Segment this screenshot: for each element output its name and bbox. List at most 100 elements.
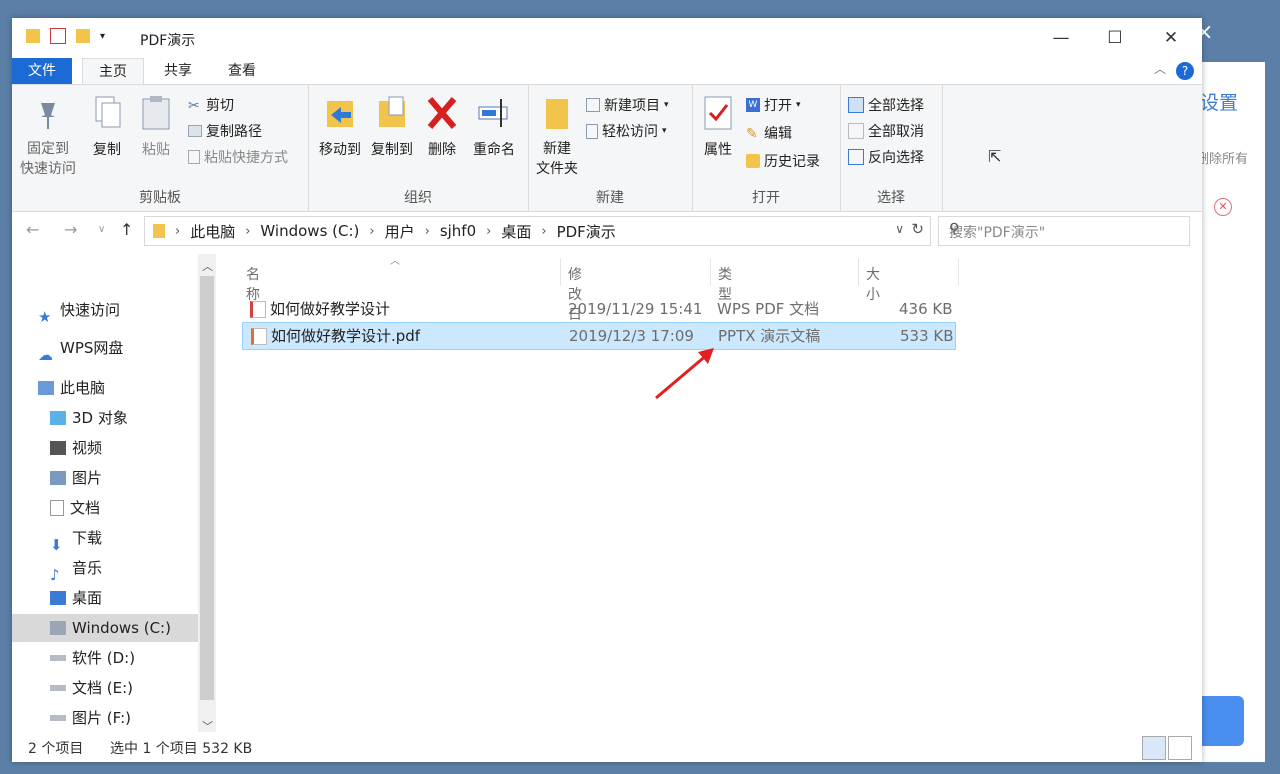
select-none-icon: [848, 123, 864, 139]
rename-button[interactable]: 重命名: [466, 91, 522, 159]
pin-quick-access-button[interactable]: 固定到 快速访问: [18, 91, 78, 179]
help-icon[interactable]: ?: [1176, 62, 1194, 80]
invert-selection-button[interactable]: 反向选择: [848, 147, 924, 167]
nav-item-quick-access[interactable]: ★ 快速访问: [38, 296, 224, 326]
music-icon: ♪: [50, 566, 60, 584]
copy-path-button[interactable]: 复制路径: [188, 121, 262, 141]
open-button[interactable]: W 打开 ▾: [746, 95, 801, 115]
new-folder-label: 新建 文件夹: [536, 141, 578, 177]
address-bar-row: ← → ∨ ↑ › 此电脑 › Windows (C:) › 用户 › sjhf…: [12, 216, 1202, 248]
group-label-clipboard: 剪贴板: [139, 190, 181, 206]
column-divider: [560, 258, 561, 286]
breadcrumb-sep: ›: [424, 223, 430, 239]
breadcrumb-drive-c[interactable]: Windows (C:): [260, 222, 359, 240]
background-settings-link[interactable]: 设置: [1200, 88, 1238, 115]
search-input[interactable]: 搜索"PDF演示" ⚲: [938, 216, 1190, 246]
item-count: 2 个项目: [28, 741, 84, 757]
group-new: 新建 文件夹 新建项目 ▾ 轻松访问 ▾ 新建: [528, 85, 693, 211]
column-divider: [958, 258, 959, 286]
close-button[interactable]: ✕: [1148, 24, 1194, 52]
paste-shortcut-button[interactable]: 粘贴快捷方式: [188, 147, 288, 167]
new-item-button[interactable]: 新建项目 ▾: [586, 95, 669, 115]
cube-icon: [50, 411, 66, 425]
breadcrumb-user[interactable]: sjhf0: [440, 222, 476, 240]
select-none-button[interactable]: 全部取消: [848, 121, 924, 141]
delete-button[interactable]: 删除: [422, 91, 462, 159]
file-row[interactable]: 如何做好教学设计 2019/11/29 15:41 WPS PDF 文档 436…: [242, 296, 954, 322]
red-annotation-arrow: [655, 348, 714, 400]
breadcrumb-this-pc[interactable]: 此电脑: [190, 221, 235, 242]
address-dropdown-icon[interactable]: ∨: [895, 222, 904, 236]
breadcrumb-users[interactable]: 用户: [385, 221, 415, 242]
breadcrumb-sep: ›: [541, 223, 547, 239]
edit-label: 编辑: [764, 126, 792, 142]
history-label: 历史记录: [764, 154, 820, 170]
copy-to-button[interactable]: 复制到: [366, 91, 418, 159]
cut-button[interactable]: ✂ 剪切: [188, 95, 234, 115]
select-all-button[interactable]: 全部选择: [848, 95, 924, 115]
history-button[interactable]: 历史记录: [746, 151, 820, 171]
up-arrow-icon[interactable]: ↑: [120, 220, 133, 239]
nav-item-this-pc[interactable]: 此电脑: [38, 374, 224, 402]
edit-button[interactable]: ✎ 编辑: [746, 123, 792, 143]
copy-button[interactable]: 复制: [82, 91, 132, 159]
picture-icon: [50, 471, 66, 485]
scroll-up-icon[interactable]: ︿: [202, 258, 213, 274]
back-arrow-icon[interactable]: ←: [26, 220, 39, 239]
background-remove-icon[interactable]: ✕: [1214, 198, 1232, 216]
tab-home[interactable]: 主页: [82, 58, 144, 85]
cloud-icon: ☁: [38, 346, 53, 364]
nav-label: WPS网盘: [60, 339, 124, 357]
breadcrumb[interactable]: › 此电脑 › Windows (C:) › 用户 › sjhf0 › 桌面 ›…: [144, 216, 931, 246]
invert-selection-icon: [848, 149, 864, 165]
new-folder-icon[interactable]: [76, 29, 90, 43]
breadcrumb-desktop[interactable]: 桌面: [501, 221, 531, 242]
nav-label: 文档 (E:): [72, 679, 134, 697]
new-folder-icon: [540, 95, 574, 131]
move-to-button[interactable]: 移动到: [314, 91, 366, 159]
group-label-select: 选择: [877, 190, 905, 206]
breadcrumb-sep: ›: [369, 223, 375, 239]
nav-item-wps-cloud[interactable]: ☁ WPS网盘: [38, 334, 224, 364]
group-select: 全部选择 全部取消 反向选择 选择: [840, 85, 943, 211]
new-folder-button[interactable]: 新建 文件夹: [532, 91, 582, 179]
paste-button[interactable]: 粘贴: [136, 91, 176, 159]
column-divider: [858, 258, 859, 286]
group-label-open: 打开: [752, 190, 780, 206]
customize-dropdown-icon[interactable]: ▾: [100, 31, 105, 42]
copy-to-label: 复制到: [371, 142, 413, 158]
recent-dropdown-icon[interactable]: ∨: [98, 224, 105, 235]
ribbon-tabs: 文件 主页 共享 查看: [12, 58, 1202, 85]
nav-label: 图片 (F:): [72, 709, 131, 727]
scroll-thumb[interactable]: [200, 276, 214, 700]
window-title: PDF演示: [140, 33, 196, 49]
background-delete-all[interactable]: 删除所有: [1196, 148, 1248, 167]
maximize-button[interactable]: ☐: [1092, 24, 1138, 52]
pin-icon: [31, 95, 65, 131]
nav-item-drive-c[interactable]: Windows (C:): [12, 614, 198, 642]
open-dropdown-icon: ▾: [796, 100, 801, 110]
tab-share[interactable]: 共享: [148, 58, 208, 84]
tab-view[interactable]: 查看: [212, 58, 272, 84]
breadcrumb-current[interactable]: PDF演示: [557, 221, 616, 242]
nav-scrollbar[interactable]: ︿ ﹀: [198, 254, 216, 733]
group-organize: 移动到 复制到 删除 重命名 组织: [308, 85, 529, 211]
nav-label: Windows (C:): [72, 619, 171, 637]
file-row-selected[interactable]: 如何做好教学设计.pdf 2019/12/3 17:09 PPTX 演示文稿 5…: [242, 322, 956, 350]
properties-check-icon[interactable]: [50, 28, 66, 44]
refresh-icon[interactable]: ↻: [911, 220, 924, 238]
easy-access-button[interactable]: 轻松访问 ▾: [586, 121, 667, 141]
easy-access-icon: [586, 123, 598, 139]
search-icon[interactable]: ⚲: [949, 221, 1179, 237]
drive-icon: [50, 655, 66, 661]
mouse-cursor-icon: ⇱: [988, 147, 1002, 166]
move-to-icon: [323, 95, 357, 131]
tab-file[interactable]: 文件: [12, 58, 72, 84]
properties-button[interactable]: 属性: [698, 91, 738, 159]
minimize-button[interactable]: —: [1038, 24, 1084, 52]
details-view-button[interactable]: [1142, 736, 1166, 760]
collapse-ribbon-icon[interactable]: ︿: [1154, 60, 1166, 77]
forward-arrow-icon[interactable]: →: [64, 220, 77, 239]
navigation-pane: ★ 快速访问 ☁ WPS网盘 此电脑 3D 对象 视频 图片 文档 ⬇ 下载 ♪ 音乐 …: [12, 254, 218, 732]
large-icons-view-button[interactable]: [1168, 736, 1192, 760]
